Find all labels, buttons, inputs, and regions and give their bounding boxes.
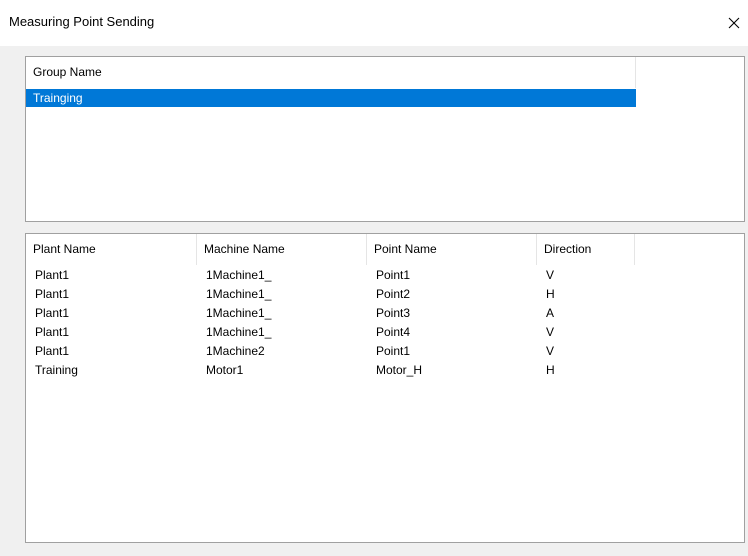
close-icon: [728, 17, 740, 29]
cell-direction: H: [546, 362, 555, 377]
table-row[interactable]: Plant1 1Machine1_ Point2 H: [26, 284, 744, 303]
measuring-point-sending-dialog: Measuring Point Sending Group Name Train…: [0, 0, 748, 556]
cell-direction: H: [546, 286, 555, 301]
table-row[interactable]: Plant1 1Machine1_ Point4 V: [26, 322, 744, 341]
cell-direction: V: [546, 324, 555, 339]
cell-machine-name: 1Machine1_: [206, 324, 272, 339]
column-header-point-name[interactable]: Point Name: [367, 234, 537, 265]
cell-plant-name: Plant1: [35, 267, 70, 282]
cell-plant-name: Plant1: [35, 343, 70, 358]
table-row[interactable]: Plant1 1Machine2 Point1 V: [26, 341, 744, 360]
column-header-machine-name[interactable]: Machine Name: [197, 234, 367, 265]
column-header-plant-name[interactable]: Plant Name: [26, 234, 197, 265]
cell-machine-name: Motor1: [206, 362, 244, 377]
cell-machine-name: 1Machine1_: [206, 267, 272, 282]
cell-plant-name: Training: [35, 362, 78, 377]
cell-point-name: Point4: [376, 324, 411, 339]
table-row[interactable]: Plant1 1Machine1_ Point1 V: [26, 265, 744, 284]
cell-direction: V: [546, 343, 555, 358]
close-button[interactable]: [720, 8, 748, 38]
window-title: Measuring Point Sending: [9, 14, 155, 29]
column-header-direction[interactable]: Direction: [537, 234, 635, 265]
cell-plant-name: Plant1: [35, 305, 70, 320]
column-header-group-name[interactable]: Group Name: [26, 57, 636, 88]
cell-point-name: Point2: [376, 286, 411, 301]
points-list[interactable]: Plant Name Machine Name Point Name Direc…: [25, 233, 745, 543]
cell-direction: A: [546, 305, 555, 320]
title-bar: Measuring Point Sending: [0, 0, 748, 46]
cell-plant-name: Plant1: [35, 324, 70, 339]
group-list-header: Group Name: [26, 57, 636, 88]
points-rows: Plant1 1Machine1_ Point1 V Plant1 1Machi…: [26, 265, 744, 379]
table-row[interactable]: Training Motor1 Motor_H H: [26, 360, 744, 379]
group-row-selected[interactable]: Trainging: [26, 89, 636, 107]
group-list[interactable]: Group Name Trainging: [25, 56, 745, 222]
cell-point-name: Motor_H: [376, 362, 423, 377]
points-list-header: Plant Name Machine Name Point Name Direc…: [26, 234, 635, 265]
cell-point-name: Point1: [376, 343, 411, 358]
cell-direction: V: [546, 267, 555, 282]
cell-plant-name: Plant1: [35, 286, 70, 301]
cell-point-name: Point3: [376, 305, 411, 320]
cell-point-name: Point1: [376, 267, 411, 282]
cell-machine-name: 1Machine2: [206, 343, 265, 358]
table-row[interactable]: Plant1 1Machine1_ Point3 A: [26, 303, 744, 322]
cell-machine-name: 1Machine1_: [206, 305, 272, 320]
cell-machine-name: 1Machine1_: [206, 286, 272, 301]
